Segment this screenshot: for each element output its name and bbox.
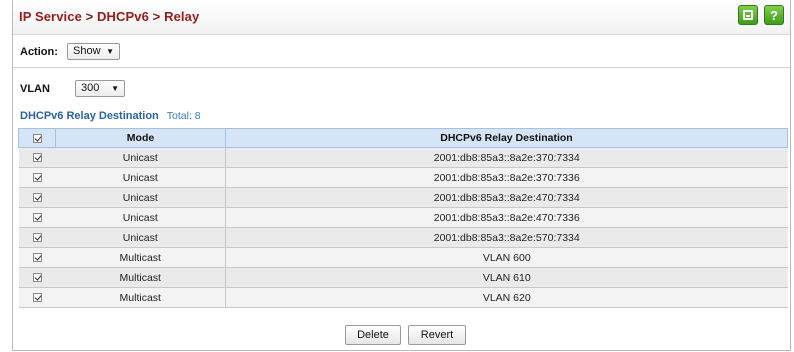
table-row: Multicast VLAN 620 bbox=[18, 287, 788, 308]
table-row: Unicast 2001:db8:85a3::8a2e:370:7334 bbox=[18, 147, 788, 168]
divider bbox=[13, 67, 790, 68]
revert-button[interactable]: Revert bbox=[408, 325, 466, 345]
destination-cell: VLAN 600 bbox=[225, 247, 788, 268]
save-icon[interactable] bbox=[738, 5, 758, 25]
destination-cell: 2001:db8:85a3::8a2e:470:7336 bbox=[225, 207, 788, 228]
table-row: Multicast VLAN 610 bbox=[18, 267, 788, 288]
table-row: Multicast VLAN 600 bbox=[18, 247, 788, 268]
vlan-label: VLAN bbox=[20, 83, 50, 95]
table-row: Unicast 2001:db8:85a3::8a2e:470:7334 bbox=[18, 187, 788, 208]
row-checkbox[interactable] bbox=[32, 293, 42, 303]
title-bar: IP Service > DHCPv6 > Relay ? bbox=[13, 0, 790, 35]
destination-cell: 2001:db8:85a3::8a2e:470:7334 bbox=[225, 187, 788, 208]
mode-cell: Unicast bbox=[55, 167, 226, 188]
select-all-header[interactable] bbox=[18, 128, 56, 148]
row-checkbox[interactable] bbox=[32, 213, 42, 223]
table-row: Unicast 2001:db8:85a3::8a2e:570:7334 bbox=[18, 227, 788, 248]
help-icon[interactable]: ? bbox=[764, 5, 784, 25]
vlan-select[interactable]: 300 ▼ bbox=[75, 80, 125, 97]
breadcrumb-dhcpv6[interactable]: DHCPv6 bbox=[97, 9, 149, 24]
row-checkbox[interactable] bbox=[32, 273, 42, 283]
destination-cell: 2001:db8:85a3::8a2e:370:7336 bbox=[225, 167, 788, 188]
action-select-value: Show bbox=[73, 45, 101, 57]
destination-cell: VLAN 620 bbox=[225, 287, 788, 308]
destination-cell: VLAN 610 bbox=[225, 267, 788, 288]
breadcrumb-separator: > bbox=[148, 9, 165, 24]
delete-button[interactable]: Delete bbox=[345, 325, 401, 345]
table-header-row: Mode DHCPv6 Relay Destination bbox=[18, 128, 788, 148]
chevron-down-icon: ▼ bbox=[106, 47, 114, 56]
breadcrumb-relay: Relay bbox=[164, 9, 200, 24]
section-title: DHCPv6 Relay Destination Total: 8 bbox=[20, 110, 201, 122]
mode-header: Mode bbox=[55, 128, 226, 148]
destination-cell: 2001:db8:85a3::8a2e:570:7334 bbox=[225, 227, 788, 248]
page-title: IP Service > DHCPv6 > Relay bbox=[19, 9, 199, 24]
chevron-down-icon: ▼ bbox=[111, 84, 119, 93]
table-row: Unicast 2001:db8:85a3::8a2e:370:7336 bbox=[18, 167, 788, 188]
mode-cell: Multicast bbox=[55, 247, 226, 268]
vlan-select-value: 300 bbox=[81, 82, 100, 94]
select-all-checkbox[interactable] bbox=[32, 133, 42, 143]
breadcrumb-ip-service[interactable]: IP Service bbox=[19, 9, 82, 24]
action-label: Action: bbox=[20, 46, 58, 58]
destination-cell: 2001:db8:85a3::8a2e:370:7334 bbox=[225, 147, 788, 168]
row-checkbox[interactable] bbox=[32, 233, 42, 243]
mode-cell: Unicast bbox=[55, 227, 226, 248]
mode-cell: Multicast bbox=[55, 287, 226, 308]
action-select[interactable]: Show ▼ bbox=[67, 43, 120, 60]
page-frame: IP Service > DHCPv6 > Relay ? Action: Sh… bbox=[12, 0, 791, 351]
row-checkbox[interactable] bbox=[32, 253, 42, 263]
row-checkbox[interactable] bbox=[32, 193, 42, 203]
section-title-text: DHCPv6 Relay Destination bbox=[20, 110, 159, 122]
destination-header: DHCPv6 Relay Destination bbox=[225, 128, 788, 148]
mode-cell: Unicast bbox=[55, 207, 226, 228]
mode-cell: Unicast bbox=[55, 147, 226, 168]
breadcrumb-separator: > bbox=[81, 9, 98, 24]
mode-cell: Multicast bbox=[55, 267, 226, 288]
row-checkbox[interactable] bbox=[32, 173, 42, 183]
mode-cell: Unicast bbox=[55, 187, 226, 208]
total-count: Total: 8 bbox=[166, 110, 201, 122]
row-checkbox[interactable] bbox=[32, 153, 42, 163]
table-row: Unicast 2001:db8:85a3::8a2e:470:7336 bbox=[18, 207, 788, 228]
relay-destination-table: Mode DHCPv6 Relay Destination Unicast 20… bbox=[18, 128, 788, 308]
